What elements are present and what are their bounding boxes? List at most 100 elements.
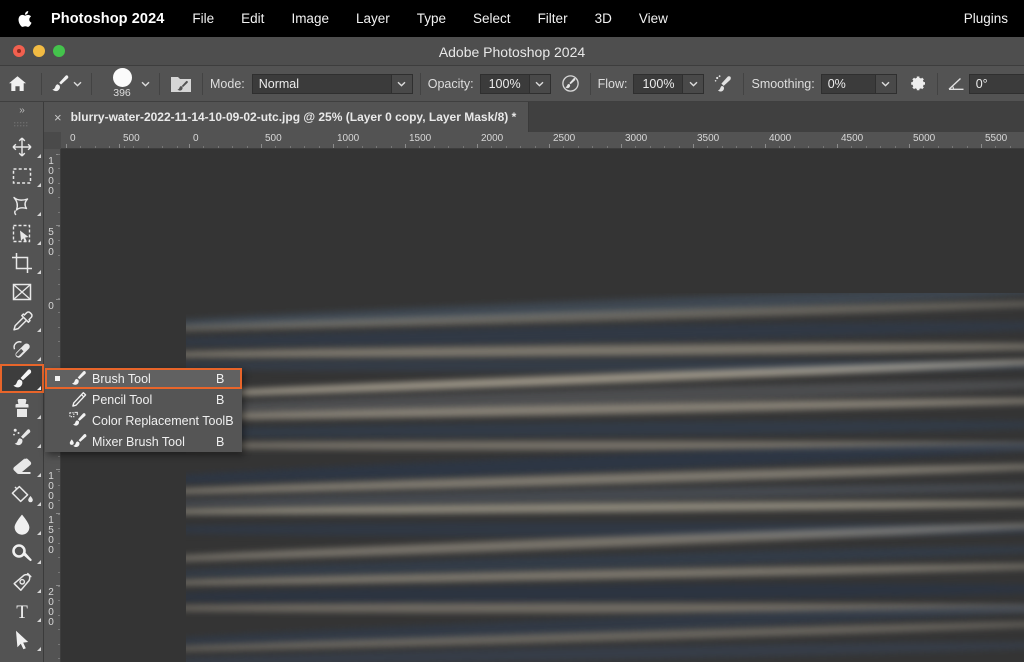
ruler-label: 0: [70, 133, 76, 144]
menu-image[interactable]: Image: [291, 11, 329, 26]
opacity-dropdown-arrow[interactable]: [530, 74, 551, 94]
menu-type[interactable]: Type: [417, 11, 446, 26]
tool-frame-tool[interactable]: [0, 277, 44, 306]
ruler-label: 1000: [337, 133, 359, 144]
ruler-minor-tick: [58, 212, 61, 213]
ruler-minor-tick: [851, 146, 852, 149]
menubar-app-name: Photoshop 2024: [51, 11, 164, 27]
tool-crop-tool[interactable]: [0, 248, 44, 277]
tool-pen-tool[interactable]: [0, 567, 44, 596]
smoothing-dropdown-arrow[interactable]: [876, 74, 897, 94]
flyout-triangle: [37, 618, 41, 622]
close-window-button[interactable]: [13, 45, 25, 57]
menu-plugins[interactable]: Plugins: [964, 11, 1008, 26]
brush-tool-icon: [65, 368, 92, 389]
minimize-window-button[interactable]: [33, 45, 45, 57]
apple-logo-icon[interactable]: [16, 9, 33, 29]
ruler-label: 5000: [913, 133, 935, 144]
double-chevron-right-icon[interactable]: »: [0, 102, 43, 118]
brush-angle-icon: [945, 76, 969, 92]
brush-preset-picker[interactable]: 396: [99, 68, 139, 100]
ruler-minor-tick: [58, 183, 61, 184]
horizontal-ruler[interactable]: 0500050010001500200025003000350040004500…: [44, 132, 1024, 149]
tool-eyedropper-tool[interactable]: [0, 306, 44, 335]
ruler-tick: [189, 144, 190, 149]
tool-history-brush-tool[interactable]: [0, 422, 44, 451]
tool-path-selection-tool[interactable]: [0, 625, 44, 654]
options-separator-1: [41, 73, 42, 95]
pressure-opacity-icon[interactable]: [559, 74, 583, 93]
flyout-item-label: Brush Tool: [92, 372, 216, 386]
menu-view[interactable]: View: [639, 11, 668, 26]
tools-panel-grip[interactable]: [0, 118, 43, 132]
gear-icon[interactable]: [906, 74, 930, 93]
ruler-minor-tick: [58, 586, 61, 587]
tool-rectangular-marquee-tool[interactable]: [0, 161, 44, 190]
menu-layer[interactable]: Layer: [356, 11, 390, 26]
smoothing-input[interactable]: 0%: [821, 74, 876, 94]
tool-dodge-tool[interactable]: [0, 538, 44, 567]
ruler-minor-tick: [679, 146, 680, 149]
blend-mode-dropdown-arrow[interactable]: [392, 74, 413, 94]
tool-gradient-tool[interactable]: [0, 480, 44, 509]
menu-3d[interactable]: 3D: [595, 11, 612, 26]
ruler-minor-tick: [592, 146, 593, 149]
brush-angle-input[interactable]: 0°: [969, 74, 1024, 94]
flyout-triangle: [37, 154, 41, 158]
svg-text:T: T: [16, 602, 28, 621]
blend-mode-select[interactable]: Normal: [252, 74, 392, 94]
ruler-minor-tick: [133, 146, 134, 149]
flyout-item-brush-tool[interactable]: Brush Tool B: [45, 368, 242, 389]
flyout-item-mixer-brush-tool[interactable]: Mixer Brush Tool B: [45, 431, 242, 452]
ruler-minor-tick: [58, 197, 61, 198]
ruler-minor-tick: [58, 600, 61, 601]
airbrush-icon[interactable]: [712, 74, 736, 94]
ruler-minor-tick: [578, 146, 579, 149]
flyout-item-pencil-tool[interactable]: Pencil Tool B: [45, 389, 242, 410]
home-icon[interactable]: [0, 69, 34, 99]
ruler-label: 4500: [841, 133, 863, 144]
flow-input[interactable]: 100%: [633, 74, 683, 94]
tool-spot-healing-brush-tool[interactable]: [0, 335, 44, 364]
menu-file[interactable]: File: [192, 11, 214, 26]
menu-edit[interactable]: Edit: [241, 11, 264, 26]
menu-select[interactable]: Select: [473, 11, 511, 26]
brush-tip-preview[interactable]: 396: [105, 68, 139, 100]
ruler-minor-tick: [275, 146, 276, 149]
ruler-label: 3000: [625, 133, 647, 144]
tool-blur-tool[interactable]: [0, 509, 44, 538]
tool-horizontal-type-tool[interactable]: T: [0, 596, 44, 625]
ruler-minor-tick: [95, 146, 96, 149]
flow-dropdown-arrow[interactable]: [683, 74, 704, 94]
tool-clone-stamp-tool[interactable]: [0, 393, 44, 422]
ruler-minor-tick: [419, 146, 420, 149]
chevron-down-icon-brush-preset[interactable]: [139, 81, 152, 87]
opacity-input[interactable]: 100%: [480, 74, 530, 94]
tool-eraser-tool[interactable]: [0, 451, 44, 480]
zoom-window-button[interactable]: [53, 45, 65, 57]
brush-tool-icon[interactable]: [49, 73, 71, 95]
tool-object-selection-tool[interactable]: [0, 219, 44, 248]
brush-settings-panel-icon[interactable]: [167, 74, 195, 94]
tool-lasso-tool[interactable]: [0, 190, 44, 219]
tool-brush-tool[interactable]: [0, 364, 44, 393]
ruler-tick: [119, 144, 120, 149]
ruler-minor-tick: [58, 226, 61, 227]
document-tab[interactable]: × blurry-water-2022-11-14-10-09-02-utc.j…: [44, 102, 529, 132]
ruler-minor-tick: [58, 572, 61, 573]
ruler-tick: [909, 144, 910, 149]
document-tab-strip: × blurry-water-2022-11-14-10-09-02-utc.j…: [0, 102, 1024, 132]
ruler-corner[interactable]: [44, 132, 61, 149]
menu-filter[interactable]: Filter: [538, 11, 568, 26]
close-icon[interactable]: ×: [54, 110, 62, 125]
image-artboard[interactable]: [186, 293, 1024, 662]
tool-move-tool[interactable]: [0, 132, 44, 161]
ruler-minor-tick: [58, 543, 61, 544]
ruler-minor-tick: [58, 240, 61, 241]
water-streak: [186, 417, 1024, 440]
flyout-triangle: [37, 357, 41, 361]
flyout-item-color-replacement-tool[interactable]: Color Replacement Tool B: [45, 410, 242, 431]
ruler-minor-tick: [58, 514, 61, 515]
ruler-label: 3500: [697, 133, 719, 144]
chevron-down-icon-tool-preset[interactable]: [71, 81, 84, 87]
